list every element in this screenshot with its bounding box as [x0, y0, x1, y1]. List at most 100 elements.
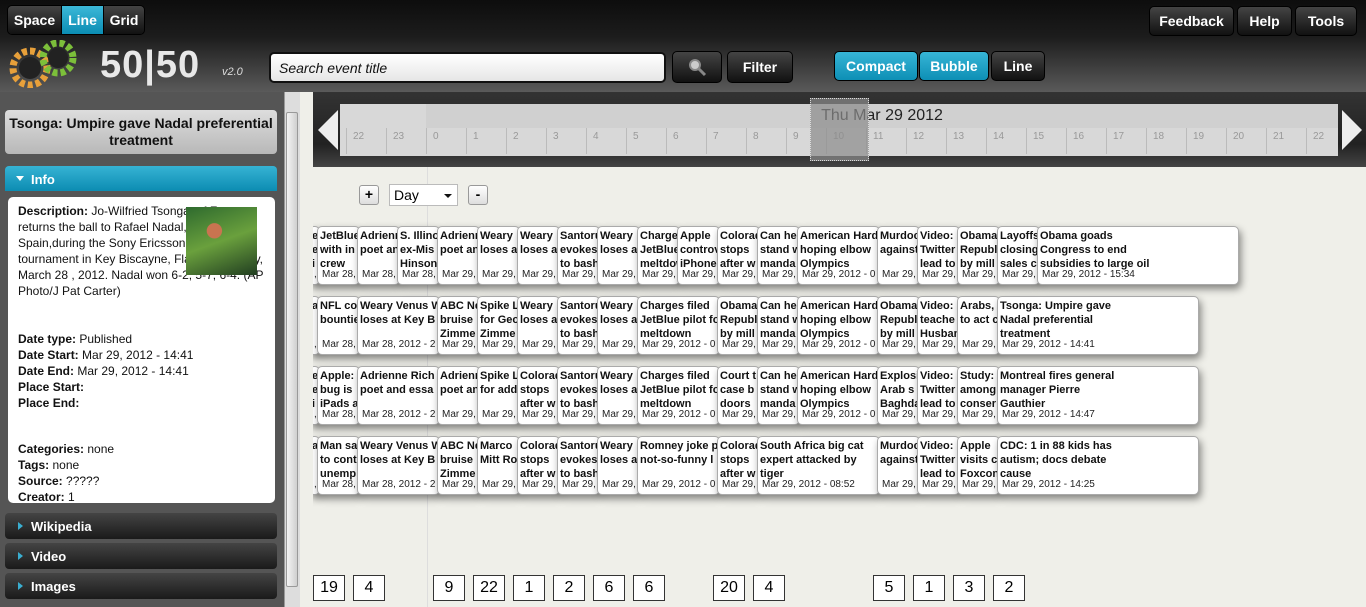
hour-event-count[interactable]: 2	[993, 575, 1025, 601]
event-card[interactable]: Adrienne Rich poet and essa Mar 28, 2012 -…	[357, 366, 440, 425]
event-card[interactable]: American Hard hoping elbow Olympics Mar 29,…	[797, 366, 880, 425]
event-card[interactable]: Murdoch against Mar 29, 2012	[877, 436, 920, 495]
event-card[interactable]: Weary Venus W loses at Key B Mar 28, 2012 …	[357, 436, 440, 495]
zoom-unit-select[interactable]: Day	[389, 184, 458, 206]
view-compact[interactable]: Compact	[834, 51, 918, 81]
event-card[interactable]: Can hestand wmandaMar 29, 2012	[757, 366, 800, 425]
hour-event-count[interactable]: 6	[593, 575, 625, 601]
event-card[interactable]: Weary Venus W loses at Key B Mar 28, 2012 …	[357, 296, 440, 355]
section-wikipedia[interactable]: Wikipedia	[5, 513, 277, 539]
event-card[interactable]: Tsonga: Umpire gave Nadal preferential tre…	[997, 296, 1199, 355]
timeline-next-arrow-icon[interactable]	[1342, 110, 1362, 150]
event-card[interactable]: Murdoch against Mar 29, 2012	[877, 226, 920, 285]
event-card[interactable]: Coloradostopsafter wMar 29, 2012	[517, 436, 560, 495]
event-card[interactable]: ABC NewsbruiseZimmeMar 29, 2012	[437, 296, 480, 355]
event-card[interactable]: ChargesJetBluemeltdownMar 29, 2012	[637, 226, 680, 285]
hour-event-count[interactable]: 20	[713, 575, 745, 601]
hour-event-count[interactable]: 1	[513, 575, 545, 601]
event-card[interactable]: Charges filed JetBlue pilot fo meltdown Mar…	[637, 366, 720, 425]
mode-space[interactable]: Space	[8, 6, 62, 34]
event-card[interactable]: Charges filed JetBlue pilot fo meltdown Mar…	[637, 296, 720, 355]
event-card[interactable]: Spike Leefor GeoZimmeMar 29, 2012	[477, 296, 520, 355]
event-card[interactable]: Adrienne poet an Mar 29, 2012	[437, 366, 480, 425]
event-card[interactable]: Spike L for add Mar 29, 2012	[477, 366, 520, 425]
event-card[interactable]: South Africa big cat expert attacked by ti…	[757, 436, 880, 495]
event-card[interactable]: Applevisits cFoxconnMar 29, 2012	[957, 436, 1000, 495]
event-card[interactable]: Can hestand wmandaMar 29, 2012	[757, 226, 800, 285]
hour-event-count[interactable]: 4	[753, 575, 785, 601]
help-button[interactable]: Help	[1237, 6, 1292, 36]
event-card[interactable]: Video:Twitterlead toMar 29, 2012	[917, 366, 960, 425]
event-card[interactable]: ExplosionArab sBaghdadMar 29, 2012	[877, 366, 920, 425]
event-card[interactable]: ABC NewsbruiseZimmeMar 29, 2012	[437, 436, 480, 495]
search-button[interactable]	[672, 51, 722, 83]
event-card[interactable]: ApplecontroviPhoneMar 29, 2012	[677, 226, 720, 285]
event-card[interactable]: ObamaRepublby millMar 29, 2012	[717, 296, 760, 355]
event-card[interactable]: Romney joke p not-so-funny l Mar 29, 2012 …	[637, 436, 720, 495]
hour-event-count[interactable]: 3	[953, 575, 985, 601]
event-card[interactable]: Court tcase bdoorsMar 29, 2012	[717, 366, 760, 425]
hour-event-count[interactable]: 4	[353, 575, 385, 601]
event-card[interactable]: Weary loses a Mar 29, 2012	[597, 296, 640, 355]
event-card[interactable]: S. Illinoisex-MisHinsonMar 28, 2012	[397, 226, 440, 285]
timeline-window-handle[interactable]	[810, 98, 869, 161]
event-card[interactable]: Coloradostopsafter wMar 29, 2012	[517, 366, 560, 425]
event-card[interactable]: Layoffsclosingsales cMar 29, 2012	[997, 226, 1040, 285]
event-photo[interactable]	[186, 207, 257, 275]
event-card[interactable]: Video:teacheHusbandMar 29, 2012	[917, 296, 960, 355]
hour-event-count[interactable]: 19	[313, 575, 345, 601]
event-card[interactable]: Santorumevokesto bashMar 29, 2012	[557, 436, 600, 495]
event-card[interactable]: Santorumevokesto bashMar 29, 2012	[557, 296, 600, 355]
event-card[interactable]: American Hard hoping elbow Olympics Mar 29,…	[797, 226, 880, 285]
event-card[interactable]: Adrienne poet an Mar 28, 2012	[357, 226, 400, 285]
zoom-in-button[interactable]: +	[359, 185, 379, 205]
event-card[interactable]: NFL co bounties Mar 28, 2012	[317, 296, 360, 355]
event-card[interactable]: Arabs, to act c Mar 29, 2012	[957, 296, 1000, 355]
event-card[interactable]: ObamaRepublby millMar 29, 2012	[877, 296, 920, 355]
event-card[interactable]: Montreal fires general manager Pierre Gaut…	[997, 366, 1199, 425]
event-card[interactable]: American Hard hoping elbow Olympics Mar 29,…	[797, 296, 880, 355]
timeline-prev-arrow-icon[interactable]	[318, 110, 338, 150]
event-card[interactable]: Weary loses a Mar 29, 2012	[597, 366, 640, 425]
event-card[interactable]: Weary loses a Mar 29, 2012	[477, 226, 520, 285]
event-card[interactable]: Weary loses a Mar 29, 2012	[597, 436, 640, 495]
mode-line[interactable]: Line	[62, 6, 104, 34]
view-bubble[interactable]: Bubble	[919, 51, 989, 81]
event-card[interactable]: Video:Twitterlead toMar 29, 2012	[917, 226, 960, 285]
section-video[interactable]: Video	[5, 543, 277, 569]
event-card[interactable]: Man sato contunempMar 28, 2012	[317, 436, 360, 495]
hour-event-count[interactable]: 9	[433, 575, 465, 601]
event-card[interactable]: Adrienne poet an Mar 29, 2012	[437, 226, 480, 285]
event-card[interactable]: Weary loses a Mar 29, 2012	[517, 296, 560, 355]
hour-event-count[interactable]: 6	[633, 575, 665, 601]
info-section-header[interactable]: Info	[5, 166, 277, 191]
search-input[interactable]: Search event title	[269, 52, 666, 83]
hour-event-count[interactable]: 5	[873, 575, 905, 601]
tools-button[interactable]: Tools	[1295, 6, 1357, 36]
event-card[interactable]: Coloradostopsafter wMar 29, 2012	[717, 226, 760, 285]
event-card[interactable]: Santorumevokesto bashMar 29, 2012	[557, 366, 600, 425]
event-card[interactable]: Video:Twitterlead toMar 29, 2012	[917, 436, 960, 495]
mode-grid[interactable]: Grid	[104, 6, 144, 34]
event-card[interactable]: Marco Mitt Ro Mar 29, 2012	[477, 436, 520, 495]
event-card[interactable]: Study:amongconserMar 29, 2012	[957, 366, 1000, 425]
hour-event-count[interactable]: 2	[553, 575, 585, 601]
view-line[interactable]: Line	[991, 51, 1045, 81]
hour-event-count[interactable]: 1	[913, 575, 945, 601]
event-card[interactable]: Weary loses a Mar 29, 2012	[597, 226, 640, 285]
event-card[interactable]: Can hestand wmandaMar 29, 2012	[757, 296, 800, 355]
event-card[interactable]: ObamaRepublby millMar 29, 2012	[957, 226, 1000, 285]
event-card[interactable]: Weary loses a Mar 29, 2012	[517, 226, 560, 285]
event-card[interactable]: JetBluewith increwMar 28, 2012	[317, 226, 360, 285]
filter-button[interactable]: Filter	[727, 51, 793, 83]
hour-event-count[interactable]: 22	[473, 575, 505, 601]
feedback-button[interactable]: Feedback	[1149, 6, 1234, 36]
section-images[interactable]: Images	[5, 573, 277, 599]
event-card[interactable]: Santorumevokesto bashMar 29, 2012	[557, 226, 600, 285]
zoom-out-button[interactable]: -	[468, 185, 488, 205]
event-card[interactable]: Coloradostopsafter wMar 29, 2012	[717, 436, 760, 495]
event-card[interactable]: Apple:bug isiPads aMar 28, 2012	[317, 366, 360, 425]
event-card[interactable]: Obama goads Congress to end subsidies to l…	[1037, 226, 1239, 285]
event-card[interactable]: CDC: 1 in 88 kids has autism; docs debate…	[997, 436, 1199, 495]
sidebar-scroll-thumb[interactable]	[286, 112, 298, 587]
